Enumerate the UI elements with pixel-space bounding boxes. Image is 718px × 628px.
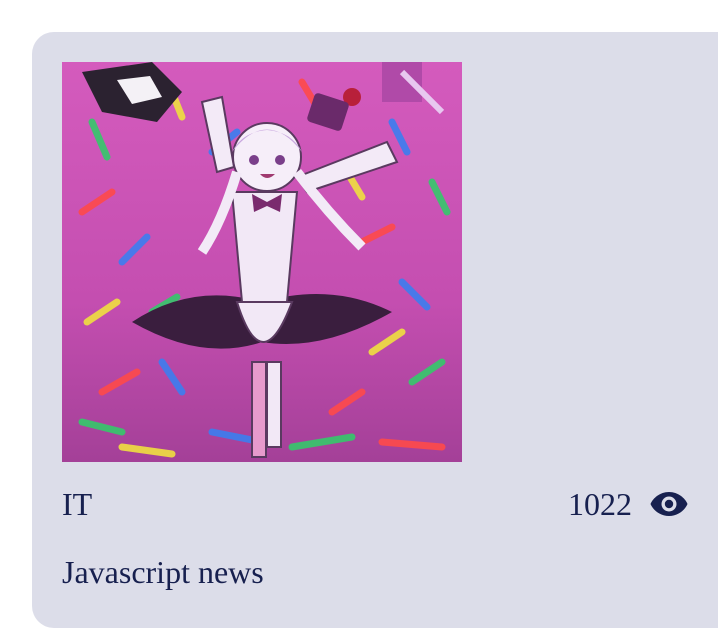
post-thumbnail[interactable] (62, 62, 462, 462)
post-card[interactable]: IT 1022 Javascript news (32, 32, 718, 628)
view-count-value: 1022 (568, 486, 632, 522)
post-category[interactable]: IT (62, 484, 92, 524)
eye-icon (650, 484, 688, 524)
post-title[interactable]: Javascript news (62, 552, 264, 592)
post-illustration (62, 62, 462, 462)
view-count: 1022 (568, 484, 688, 524)
